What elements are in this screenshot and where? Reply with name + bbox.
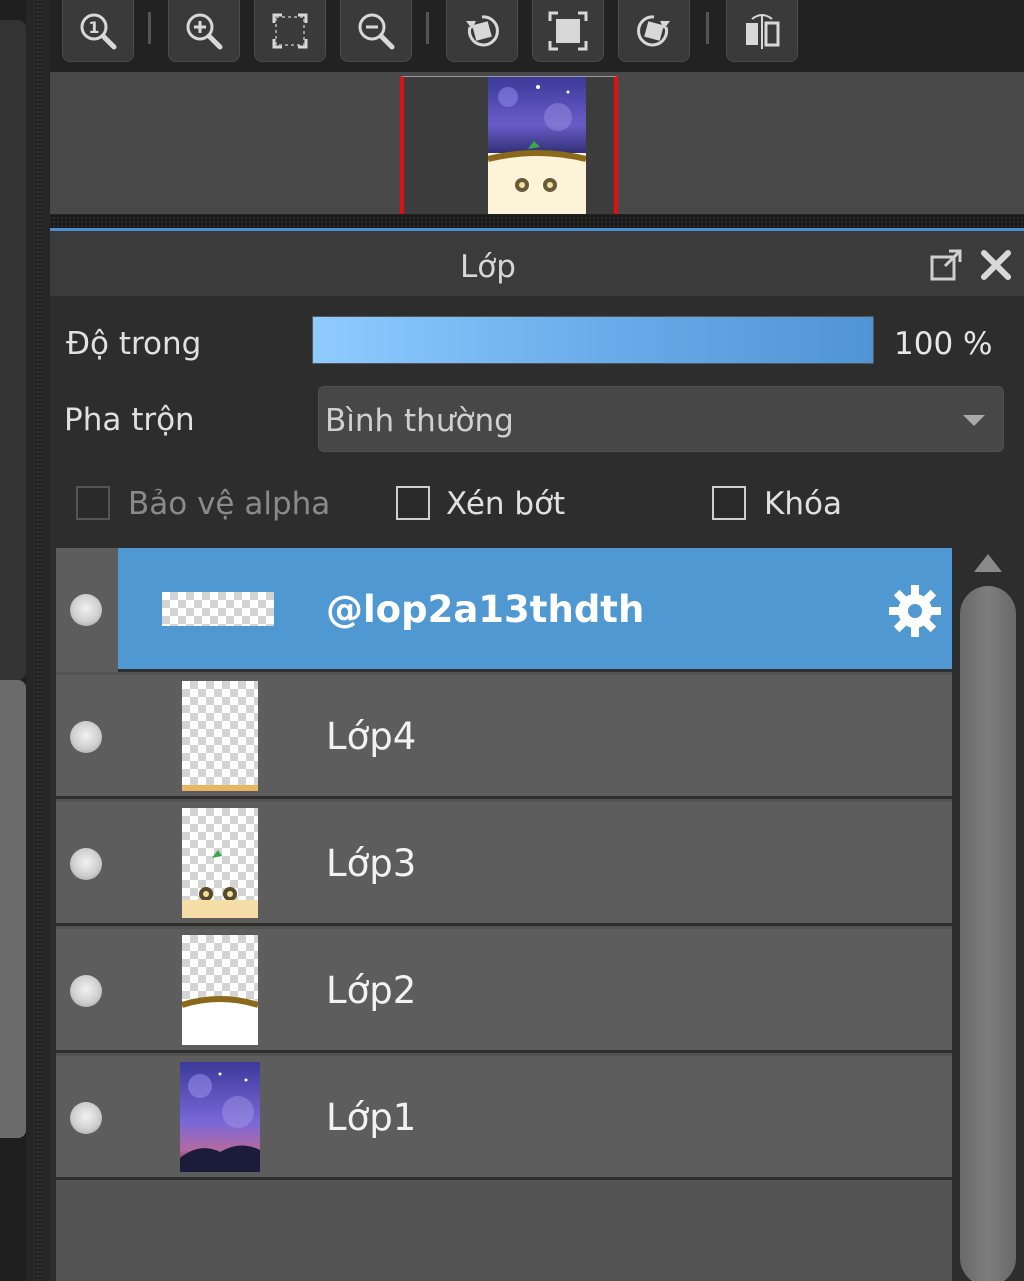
toolbar-separator [426, 12, 429, 44]
flip-horizontal-button[interactable] [726, 0, 798, 62]
zoom-out-icon [358, 13, 395, 49]
protect-alpha-checkbox[interactable] [76, 486, 110, 520]
zoom-in-button[interactable] [168, 0, 240, 62]
toolbar-separator [148, 12, 151, 44]
scrollbar-thumb[interactable] [960, 586, 1016, 1281]
layer-name: Lớp3 [326, 842, 417, 885]
navigator-viewport-frame[interactable] [400, 76, 618, 215]
layer-list-scrollbar[interactable] [958, 548, 1018, 1281]
scroll-up-arrow-icon[interactable] [974, 554, 1002, 572]
left-scrollbar[interactable] [0, 0, 26, 1281]
visibility-toggle-icon[interactable] [70, 1102, 102, 1134]
visibility-toggle-icon[interactable] [70, 721, 102, 753]
blend-mode-label: Pha trộn [64, 402, 195, 438]
toolbar-separator [706, 12, 709, 44]
visibility-toggle-icon[interactable] [70, 594, 102, 626]
fit-to-window-icon [272, 13, 308, 48]
layer-name: Lớp2 [326, 969, 417, 1012]
rotate-left-icon [466, 14, 499, 46]
visibility-toggle-icon[interactable] [70, 848, 102, 880]
panel-splitter-vertical[interactable] [34, 0, 42, 1281]
layer-name: @lop2a13thdth [326, 588, 645, 631]
zoom-actual-size-icon: 1 [80, 13, 117, 49]
protect-alpha-label: Bảo vệ alpha [128, 486, 331, 522]
rotate-left-button[interactable] [446, 0, 518, 62]
fit-to-window-button[interactable] [254, 0, 326, 62]
zoom-actual-size-button[interactable]: 1 [62, 0, 134, 62]
panel-splitter-horizontal[interactable] [50, 214, 1024, 228]
layer-row-lop4[interactable]: Lớp4 [56, 675, 952, 799]
close-icon [981, 250, 1011, 280]
layer-thumbnail [162, 592, 274, 626]
layer-row-lop2[interactable]: Lớp2 [56, 929, 952, 1053]
svg-text:1: 1 [88, 18, 99, 37]
layer-list: @lop2a13thdth Lớp4 Lớp3 Lớp2 Lớp1 [56, 548, 952, 1281]
popout-icon [930, 249, 962, 281]
clipping-checkbox[interactable] [396, 486, 430, 520]
zoom-in-icon [186, 13, 223, 49]
reset-rotation-icon [548, 11, 588, 50]
layer-thumbnail [182, 935, 258, 1045]
blend-mode-value: Bình thường [325, 403, 514, 439]
layer-row-lop1[interactable]: Lớp1 [56, 1056, 952, 1180]
layer-thumbnail [182, 681, 258, 791]
lock-checkbox[interactable] [712, 486, 746, 520]
left-scrollbar-thumb[interactable] [0, 680, 26, 1138]
flip-horizontal-icon [746, 13, 780, 49]
zoom-out-button[interactable] [340, 0, 412, 62]
opacity-slider[interactable] [312, 316, 874, 364]
close-button[interactable] [976, 245, 1016, 285]
canvas-preview-image [488, 77, 586, 215]
layer-row-lop2a13thdth[interactable]: @lop2a13thdth [56, 548, 952, 672]
popout-button[interactable] [926, 245, 966, 285]
left-scrollbar-track [0, 20, 26, 680]
gear-icon[interactable] [886, 582, 944, 640]
layer-panel-header: Lớp [50, 228, 1024, 296]
opacity-label: Độ trong [66, 326, 202, 362]
navigator-toolbar: 1 [50, 0, 1024, 72]
clipping-label: Xén bớt [446, 486, 566, 522]
panel-title: Lớp [460, 249, 516, 285]
layer-name: Lớp4 [326, 715, 417, 758]
rotate-right-button[interactable] [618, 0, 690, 62]
left-edge-panel [0, 0, 50, 1281]
visibility-toggle-icon[interactable] [70, 975, 102, 1007]
layer-thumbnail [180, 1062, 260, 1172]
layer-row-lop3[interactable]: Lớp3 [56, 802, 952, 926]
reset-rotation-button[interactable] [532, 0, 604, 62]
layer-name: Lớp1 [326, 1096, 417, 1139]
blend-mode-select[interactable]: Bình thường [318, 386, 1004, 452]
layer-thumbnail [182, 808, 258, 918]
opacity-value: 100 % [894, 326, 993, 362]
navigator-preview[interactable] [50, 72, 1024, 215]
chevron-down-icon [963, 415, 985, 426]
rotate-right-icon [637, 14, 670, 46]
lock-label: Khóa [764, 486, 842, 522]
